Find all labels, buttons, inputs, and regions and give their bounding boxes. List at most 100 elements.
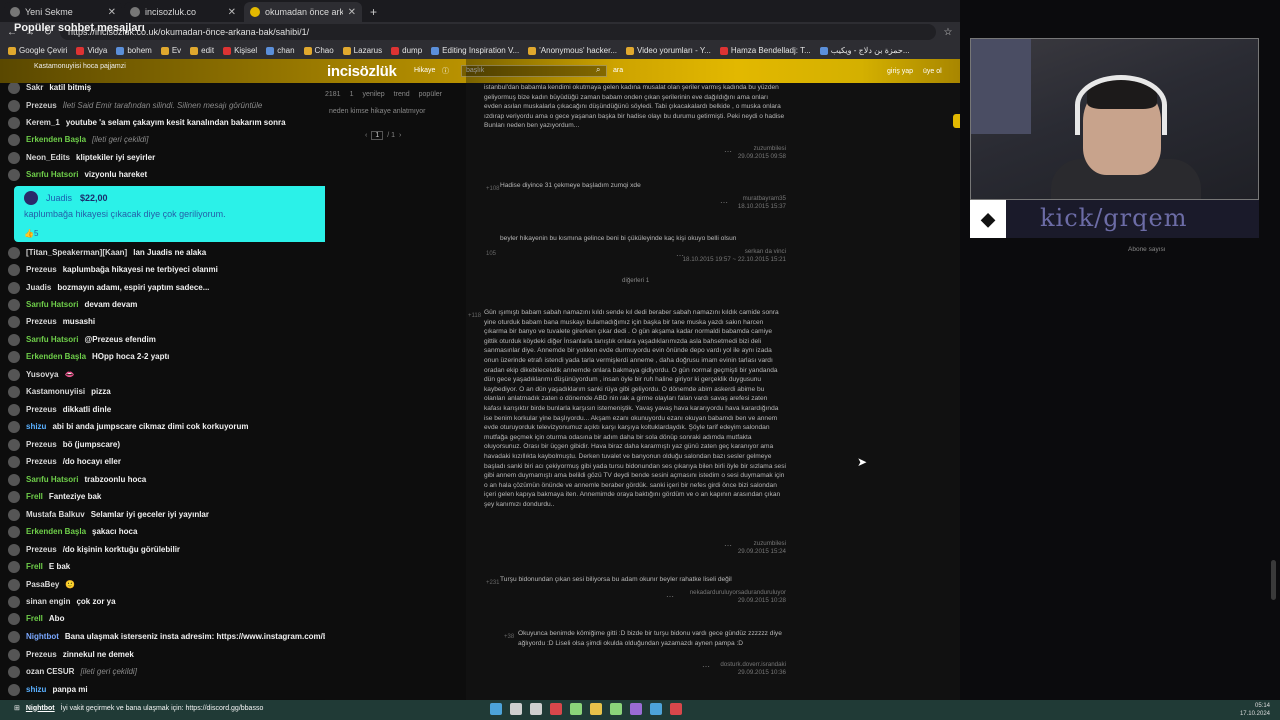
chat-username[interactable]: Kerem_1 <box>26 118 60 127</box>
chat-username[interactable]: Frell <box>26 614 43 623</box>
chat-username[interactable]: Prezeus <box>26 545 57 554</box>
avatar[interactable] <box>8 648 20 661</box>
chat-username[interactable]: Erkenden Başla <box>26 527 86 536</box>
avatar[interactable] <box>8 543 20 556</box>
scrollbar[interactable] <box>1271 560 1276 600</box>
chat-username[interactable]: Nightbot <box>26 632 59 641</box>
chat-username[interactable]: Frell <box>26 562 43 571</box>
avatar[interactable] <box>8 385 20 398</box>
avatar[interactable] <box>8 368 20 381</box>
avatar[interactable] <box>8 612 20 625</box>
browser-tab[interactable]: incisozluk.co ✕ <box>124 2 242 22</box>
app-chrome-icon[interactable] <box>550 703 562 715</box>
chat-username[interactable]: Prezeus <box>26 440 57 449</box>
system-clock[interactable]: 05:14 17.10.2024 <box>1240 702 1270 718</box>
bookmark-item[interactable]: حمزة بن دلاج - ويكيب... <box>819 46 910 55</box>
more-icon[interactable]: ⋯ <box>666 592 674 601</box>
avatar[interactable] <box>8 630 20 643</box>
bookmark-item[interactable]: Chao <box>303 46 334 55</box>
chevron-left-icon[interactable]: ‹ <box>365 132 367 139</box>
search-button[interactable]: ara <box>613 67 623 74</box>
avatar[interactable] <box>8 473 20 486</box>
avatar[interactable] <box>8 578 20 591</box>
app-explorer-icon[interactable] <box>490 703 502 715</box>
filter-count[interactable]: 2181 <box>325 91 341 98</box>
close-icon[interactable]: ✕ <box>348 7 356 18</box>
chat-username[interactable]: shizu <box>26 422 46 431</box>
nav-hikaye[interactable]: Hikaye <box>414 67 435 74</box>
more-icon[interactable]: ⋯ <box>702 662 710 671</box>
app-notes-icon[interactable] <box>590 703 602 715</box>
avatar[interactable] <box>8 298 20 311</box>
avatar[interactable] <box>8 99 20 112</box>
chat-username[interactable]: Mustafa Balkuv <box>26 510 85 519</box>
chat-username[interactable]: Prezeus <box>26 405 57 414</box>
chat-username[interactable]: Prezeus <box>26 457 57 466</box>
bookmark-item[interactable]: Kişisel <box>223 46 257 55</box>
chat-username[interactable]: Erkenden Başla <box>26 135 86 144</box>
bookmark-item[interactable]: edit <box>190 46 214 55</box>
avatar[interactable] <box>8 560 20 573</box>
windows-start-icon[interactable]: ⊞ <box>14 704 20 712</box>
login-link[interactable]: giriş yap <box>887 68 913 75</box>
avatar[interactable] <box>8 525 20 538</box>
chat-username[interactable]: shizu <box>26 685 46 694</box>
bookmark-item[interactable]: Vidya <box>76 46 107 55</box>
chat-username[interactable]: sinan engin <box>26 597 70 606</box>
chat-username[interactable]: Kastamonuyiisi <box>26 387 85 396</box>
bookmark-item[interactable]: Lazarus <box>342 46 382 55</box>
bookmark-item[interactable]: chan <box>266 46 295 55</box>
avatar[interactable] <box>8 151 20 164</box>
filter-new[interactable]: 1 <box>350 91 354 98</box>
chat-username[interactable]: Frell <box>26 492 43 501</box>
bookmark-item[interactable]: 'Anonymous' hacker... <box>528 46 617 55</box>
avatar[interactable] <box>8 315 20 328</box>
avatar[interactable] <box>8 168 20 181</box>
entry-author[interactable]: nekadarduruluyorsaduranduruluyor <box>690 589 786 597</box>
bookmark-item[interactable]: Ev <box>160 46 181 55</box>
avatar[interactable] <box>8 81 20 94</box>
filter-populer[interactable]: popüler <box>419 91 442 98</box>
chat-username[interactable]: Prezeus <box>26 265 57 274</box>
chevron-right-icon[interactable]: › <box>399 132 401 139</box>
app-editor-icon[interactable] <box>610 703 622 715</box>
avatar[interactable] <box>8 133 20 146</box>
bookmark-item[interactable]: bohem <box>116 46 152 55</box>
chat-username[interactable]: Sarıfu Hatsori <box>26 475 78 484</box>
chat-username[interactable]: [Titan_Speakerman][Kaan] <box>26 248 127 257</box>
entry-author[interactable]: muratbayram35 <box>738 195 786 203</box>
others-link[interactable]: diğerleri 1 <box>622 277 649 284</box>
chat-username[interactable]: Sarıfu Hatsori <box>26 335 78 344</box>
avatar[interactable] <box>8 350 20 363</box>
avatar[interactable] <box>8 490 20 503</box>
avatar[interactable] <box>8 403 20 416</box>
chat-username[interactable]: Erkenden Başla <box>26 352 86 361</box>
avatar[interactable] <box>8 420 20 433</box>
chat-username[interactable]: Sarıfu Hatsori <box>26 170 78 179</box>
chat-username[interactable]: Sarıfu Hatsori <box>26 300 78 309</box>
page-select[interactable]: 1 <box>371 131 384 140</box>
chat-username[interactable]: Prezeus <box>26 650 57 659</box>
app-steam-icon[interactable] <box>650 703 662 715</box>
bookmark-item[interactable]: dump <box>391 46 422 55</box>
avatar[interactable] <box>8 116 20 129</box>
avatar[interactable] <box>8 438 20 451</box>
close-icon[interactable]: ✕ <box>228 7 236 18</box>
entry-author[interactable]: serkan da vinci <box>683 248 786 256</box>
url-input[interactable]: https://incisozluk.co.uk/okumadan-önce-a… <box>60 24 936 40</box>
star-icon[interactable]: ☆ <box>942 27 954 38</box>
more-icon[interactable]: ⋯ <box>724 541 732 550</box>
chat-username[interactable]: Sakr <box>26 83 43 92</box>
avatar[interactable] <box>8 508 20 521</box>
avatar[interactable] <box>8 665 20 678</box>
bookmark-item[interactable]: Video yorumları - Y... <box>626 46 711 55</box>
avatar[interactable] <box>8 683 20 696</box>
chat-username[interactable]: Neon_Edits <box>26 153 70 162</box>
search-input[interactable]: başlık <box>461 65 607 77</box>
chat-username[interactable]: PasaBey <box>26 580 59 589</box>
chat-username[interactable]: Juadis <box>26 283 51 292</box>
filter-yeniler[interactable]: yenilер <box>362 91 384 98</box>
chat-username[interactable]: Prezeus <box>26 317 57 326</box>
entry-author[interactable]: zuzumbilesi <box>738 540 786 548</box>
filter-trend[interactable]: trend <box>394 91 410 98</box>
